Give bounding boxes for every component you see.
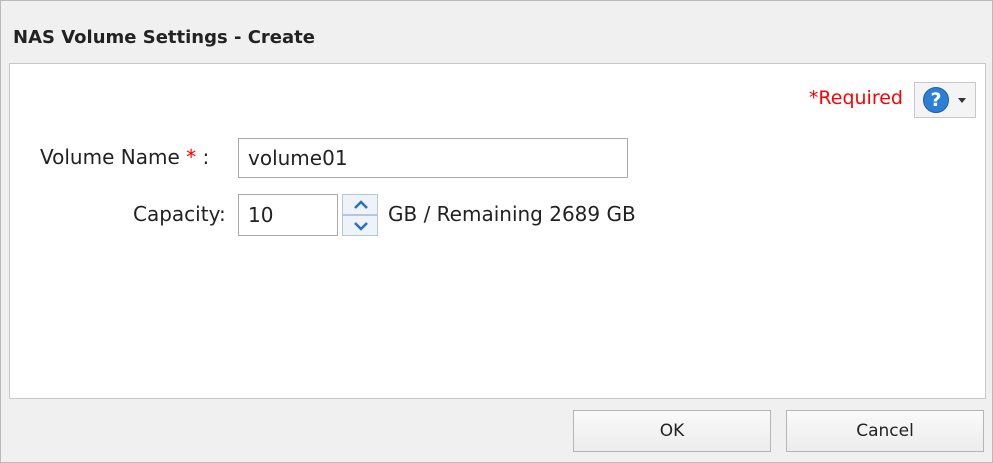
caret-down-icon [958,98,966,103]
volume-name-input[interactable] [238,138,628,178]
question-mark-icon: ? [923,87,949,113]
cancel-button[interactable]: Cancel [786,410,984,452]
capacity-input[interactable] [238,194,338,236]
required-star: * [186,145,197,169]
dialog-content: *Required ? Volume Name * : Capacity: [9,63,986,399]
dialog-title: NAS Volume Settings - Create [13,27,315,48]
volume-name-label: Volume Name * : [40,143,209,171]
volume-name-label-text: Volume Name [40,145,180,169]
arrow-down-icon [354,222,368,231]
capacity-spinner [342,194,378,236]
help-menu-button[interactable]: ? [914,82,976,118]
nas-volume-dialog: NAS Volume Settings - Create *Required ?… [0,0,993,463]
capacity-remaining-text: GB / Remaining 2689 GB [388,202,636,226]
ok-button[interactable]: OK [573,410,771,452]
capacity-decrement-button[interactable] [342,215,378,236]
capacity-increment-button[interactable] [342,194,378,215]
dialog-titlebar: NAS Volume Settings - Create [1,1,992,63]
arrow-up-icon [354,200,368,209]
required-note: *Required [808,87,903,109]
volume-name-colon: : [196,145,210,169]
capacity-label: Capacity: [133,202,226,226]
